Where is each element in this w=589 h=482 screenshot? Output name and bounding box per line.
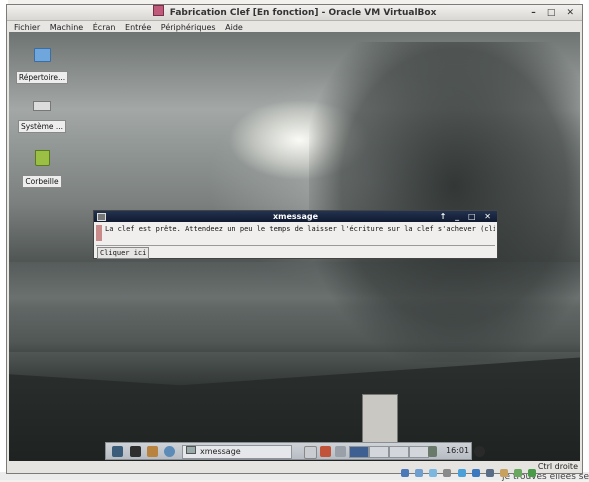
monitor-icon[interactable] [428,446,437,457]
guest-screen[interactable]: Répertoire... Système ... Corbeille xmes… [9,32,580,463]
divider [96,245,495,246]
xmessage-text: La clef est prête. Attendeez un peu le t… [105,225,495,233]
browser-icon[interactable] [164,446,175,457]
window-controls[interactable]: – □ ✕ [531,6,578,21]
menu-machine[interactable]: Machine [50,23,84,32]
network-icon[interactable] [335,446,346,457]
trash-icon [34,150,50,166]
taskbar-item-xmessage[interactable]: xmessage [182,445,292,459]
window-titlebar[interactable]: Fabrication Clef [En fonction] - Oracle … [7,5,582,21]
menu-fichier[interactable]: Fichier [14,23,40,32]
workspace-1[interactable] [349,446,369,458]
mouse-integration-icon[interactable] [528,469,536,477]
menu-peripheriques[interactable]: Périphériques [161,23,216,32]
usb-icon[interactable] [443,469,452,477]
status-icons [400,462,536,481]
display-icon[interactable] [485,469,494,477]
menu-ecran[interactable]: Écran [93,23,116,32]
scroll-indicator [96,225,102,241]
xmessage-titlebar[interactable]: xmessage ↑ _ □ ✕ [94,211,497,222]
menu-aide[interactable]: Aide [225,23,243,32]
window-icon [186,446,196,454]
xmessage-window: xmessage ↑ _ □ ✕ La clef est prête. Atte… [93,210,498,259]
menu-icon[interactable] [112,446,123,457]
terminal-icon[interactable] [130,446,141,457]
optical-drive-icon[interactable] [415,469,424,477]
desktop-icon-repertoire[interactable]: Répertoire... [14,48,70,84]
virtualbox-app-icon [152,5,164,16]
keyboard-icon[interactable] [304,446,317,459]
workspace-4[interactable] [409,446,429,458]
desktop-icon-label: Répertoire... [15,71,69,84]
floppy-icon[interactable] [429,469,438,477]
desktop-icon-label: Système ... [17,120,67,133]
menu-entree[interactable]: Entrée [125,23,151,32]
wallpaper-sign [362,394,398,444]
network-adapter-icon[interactable] [457,469,466,477]
virtualbox-window: Fabrication Clef [En fonction] - Oracle … [6,4,583,477]
cpu-icon[interactable] [513,469,522,477]
tools-icon[interactable] [320,446,331,457]
desktop-icon-corbeille[interactable]: Corbeille [14,150,70,188]
desktop-icon-label: Corbeille [22,175,62,188]
host-key-label: Ctrl droite [537,462,578,471]
desktop-icon-systeme[interactable]: Système ... [14,98,70,133]
window-title: Fabrication Clef [En fonction] - Oracle … [169,8,437,18]
drive-icon [33,101,51,111]
workspace-3[interactable] [389,446,409,458]
xmessage-window-controls[interactable]: ↑ _ □ ✕ [440,211,494,222]
folder-icon [33,48,51,62]
shared-folders-icon[interactable] [471,469,480,477]
panel-clock: 16:01 [446,446,470,455]
power-icon[interactable] [474,446,485,457]
workspace-2[interactable] [369,446,389,458]
xmessage-title: xmessage [273,212,318,221]
file-manager-icon[interactable] [147,446,158,457]
xmessage-body: La clef est prête. Attendeez un peu le t… [94,222,497,246]
taskbar-panel: xmessage 16:01 [105,442,485,460]
hard-disk-icon[interactable] [401,469,410,477]
wallpaper-wave-splash [309,42,580,362]
taskbar-item-label: xmessage [200,447,241,456]
window-menu-icon[interactable] [97,213,106,221]
recording-icon[interactable] [499,469,508,477]
virtualbox-statusbar: Ctrl droite [7,461,582,477]
cliquer-ici-button[interactable]: Cliquer ici [97,247,150,259]
